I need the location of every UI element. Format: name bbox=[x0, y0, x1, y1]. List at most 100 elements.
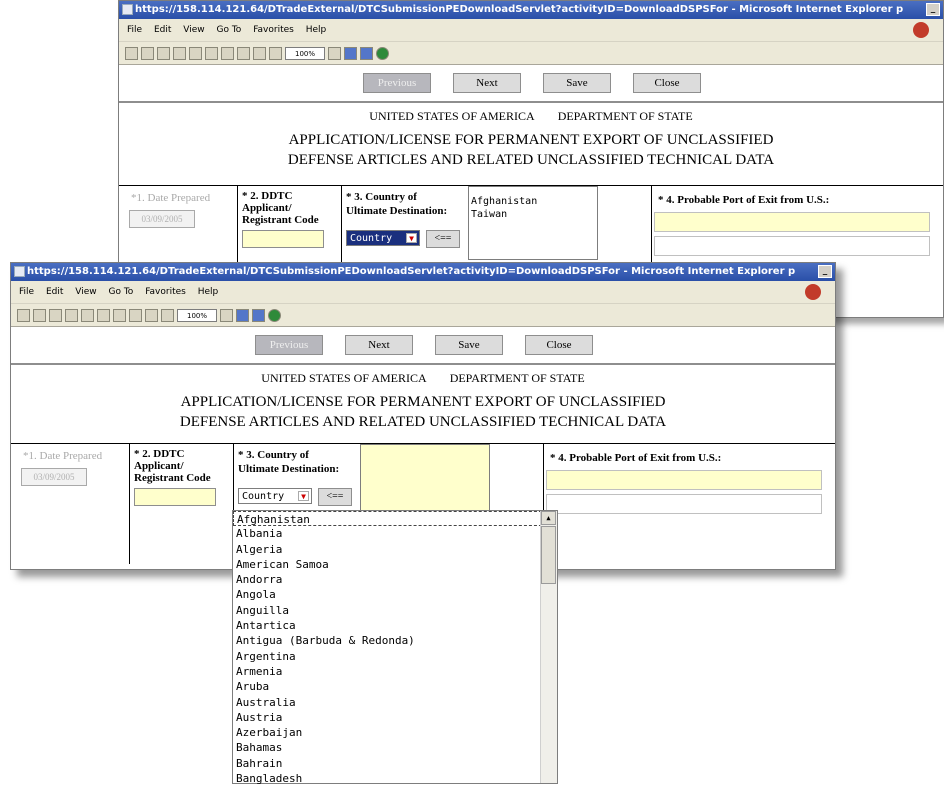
print-icon[interactable] bbox=[157, 46, 170, 60]
department-heading: DEPARTMENT OF STATE bbox=[449, 371, 585, 385]
selected-countries-list[interactable]: Afghanistan Taiwan bbox=[468, 186, 598, 260]
previous-button[interactable]: Previous bbox=[255, 335, 323, 355]
list-item[interactable]: Andorra bbox=[233, 572, 557, 587]
list-item[interactable]: Armenia bbox=[233, 664, 557, 679]
list-item[interactable]: Aruba bbox=[233, 679, 557, 694]
print-icon[interactable] bbox=[49, 308, 62, 322]
next-button[interactable]: Next bbox=[453, 73, 521, 93]
snapshot-icon[interactable] bbox=[129, 308, 142, 322]
help-icon[interactable] bbox=[360, 46, 373, 60]
menu-favorites[interactable]: Favorites bbox=[145, 287, 186, 297]
next-button[interactable]: Next bbox=[345, 335, 413, 355]
save-button[interactable]: Save bbox=[435, 335, 503, 355]
menu-edit[interactable]: Edit bbox=[154, 25, 171, 35]
front-button-row: Previous Next Save Close bbox=[11, 327, 835, 365]
list-item[interactable]: Austria bbox=[233, 710, 557, 725]
menu-help[interactable]: Help bbox=[198, 287, 219, 297]
zoom-in-icon[interactable] bbox=[220, 308, 233, 322]
menu-favorites[interactable]: Favorites bbox=[253, 25, 294, 35]
port-input-2[interactable] bbox=[654, 236, 930, 256]
back-toolbar: 100% bbox=[119, 42, 943, 65]
pdf-icon[interactable] bbox=[805, 284, 821, 300]
text-icon[interactable] bbox=[205, 46, 218, 60]
date-label: *1. Date Prepared bbox=[131, 192, 211, 204]
menu-view[interactable]: View bbox=[183, 25, 204, 35]
menu-help[interactable]: Help bbox=[306, 25, 327, 35]
chevron-down-icon[interactable]: ▼ bbox=[406, 233, 417, 243]
list-item[interactable]: Argentina bbox=[233, 649, 557, 664]
list-item[interactable]: Afghanistan bbox=[471, 195, 595, 208]
email-icon[interactable] bbox=[173, 46, 186, 60]
list-item[interactable]: Antartica bbox=[233, 618, 557, 633]
help-icon[interactable] bbox=[252, 308, 265, 322]
destination-label-1: * 3. Country of bbox=[238, 449, 309, 461]
scrollbar-thumb[interactable] bbox=[541, 526, 556, 584]
add-country-button[interactable]: <== bbox=[426, 230, 460, 248]
fit-icon[interactable] bbox=[253, 46, 266, 60]
help-pointer-icon[interactable] bbox=[344, 46, 357, 60]
zoom-in-icon[interactable] bbox=[328, 46, 341, 60]
port-label: * 4. Probable Port of Exit from U.S.: bbox=[550, 452, 722, 464]
menu-file[interactable]: File bbox=[127, 25, 142, 35]
destination-label: * 3. Country of Ultimate Destination: bbox=[346, 190, 447, 218]
email-icon[interactable] bbox=[65, 308, 78, 322]
registrant-label-1: * 2. DDTC bbox=[242, 190, 293, 202]
dropdown-scrollbar[interactable]: ▲ bbox=[540, 511, 557, 783]
list-item[interactable]: Afghanistan bbox=[233, 511, 557, 527]
open-icon[interactable] bbox=[125, 46, 138, 60]
zoom-select[interactable]: 100% bbox=[177, 308, 217, 322]
registrant-code-input[interactable] bbox=[134, 488, 216, 506]
country-select[interactable]: Country ▼ bbox=[238, 488, 312, 504]
minimize-button[interactable]: _ bbox=[926, 3, 940, 16]
search-icon[interactable] bbox=[189, 46, 202, 60]
registrant-code-input[interactable] bbox=[242, 230, 324, 248]
minimize-button[interactable]: _ bbox=[818, 265, 832, 278]
help-pointer-icon[interactable] bbox=[236, 308, 249, 322]
menu-goto[interactable]: Go To bbox=[108, 287, 133, 297]
list-item[interactable]: American Samoa bbox=[233, 557, 557, 572]
fit-icon[interactable] bbox=[145, 308, 158, 322]
menu-goto[interactable]: Go To bbox=[216, 25, 241, 35]
menu-view[interactable]: View bbox=[75, 287, 96, 297]
go-icon[interactable] bbox=[268, 308, 281, 322]
list-item[interactable]: Taiwan bbox=[471, 208, 595, 221]
select-icon[interactable] bbox=[221, 46, 234, 60]
save-icon[interactable] bbox=[141, 46, 154, 60]
port-input-2[interactable] bbox=[546, 494, 822, 514]
pdf-icon[interactable] bbox=[913, 22, 929, 38]
close-button[interactable]: Close bbox=[633, 73, 701, 93]
list-item[interactable]: Australia bbox=[233, 695, 557, 710]
zoom-select[interactable]: 100% bbox=[285, 46, 325, 60]
menu-edit[interactable]: Edit bbox=[46, 287, 63, 297]
list-item[interactable]: Angola bbox=[233, 587, 557, 602]
menu-file[interactable]: File bbox=[19, 287, 34, 297]
add-country-button[interactable]: <== bbox=[318, 488, 352, 506]
list-item[interactable]: Azerbaijan bbox=[233, 725, 557, 740]
list-item[interactable]: Albania bbox=[233, 526, 557, 541]
list-item[interactable]: Antigua (Barbuda & Redonda) bbox=[233, 633, 557, 648]
country-select[interactable]: Country ▼ bbox=[346, 230, 420, 246]
country-dropdown-list[interactable]: Afghanistan Albania Algeria American Sam… bbox=[232, 510, 558, 785]
list-item[interactable]: Anguilla bbox=[233, 603, 557, 618]
zoom-out-icon[interactable] bbox=[269, 46, 282, 60]
select-icon[interactable] bbox=[113, 308, 126, 322]
selected-countries-list[interactable] bbox=[360, 444, 490, 518]
open-icon[interactable] bbox=[17, 308, 30, 322]
port-input-1[interactable] bbox=[546, 470, 822, 490]
go-icon[interactable] bbox=[376, 46, 389, 60]
search-icon[interactable] bbox=[81, 308, 94, 322]
close-button[interactable]: Close bbox=[525, 335, 593, 355]
port-input-1[interactable] bbox=[654, 212, 930, 232]
snapshot-icon[interactable] bbox=[237, 46, 250, 60]
previous-button[interactable]: Previous bbox=[363, 73, 431, 93]
ie-icon bbox=[122, 4, 133, 15]
list-item[interactable]: Algeria bbox=[233, 542, 557, 557]
list-item[interactable]: Bahrain bbox=[233, 756, 557, 771]
text-icon[interactable] bbox=[97, 308, 110, 322]
scroll-up-icon[interactable]: ▲ bbox=[541, 511, 556, 525]
zoom-out-icon[interactable] bbox=[161, 308, 174, 322]
chevron-down-icon[interactable]: ▼ bbox=[298, 491, 309, 501]
save-button[interactable]: Save bbox=[543, 73, 611, 93]
save-icon[interactable] bbox=[33, 308, 46, 322]
list-item[interactable]: Bahamas bbox=[233, 740, 557, 755]
